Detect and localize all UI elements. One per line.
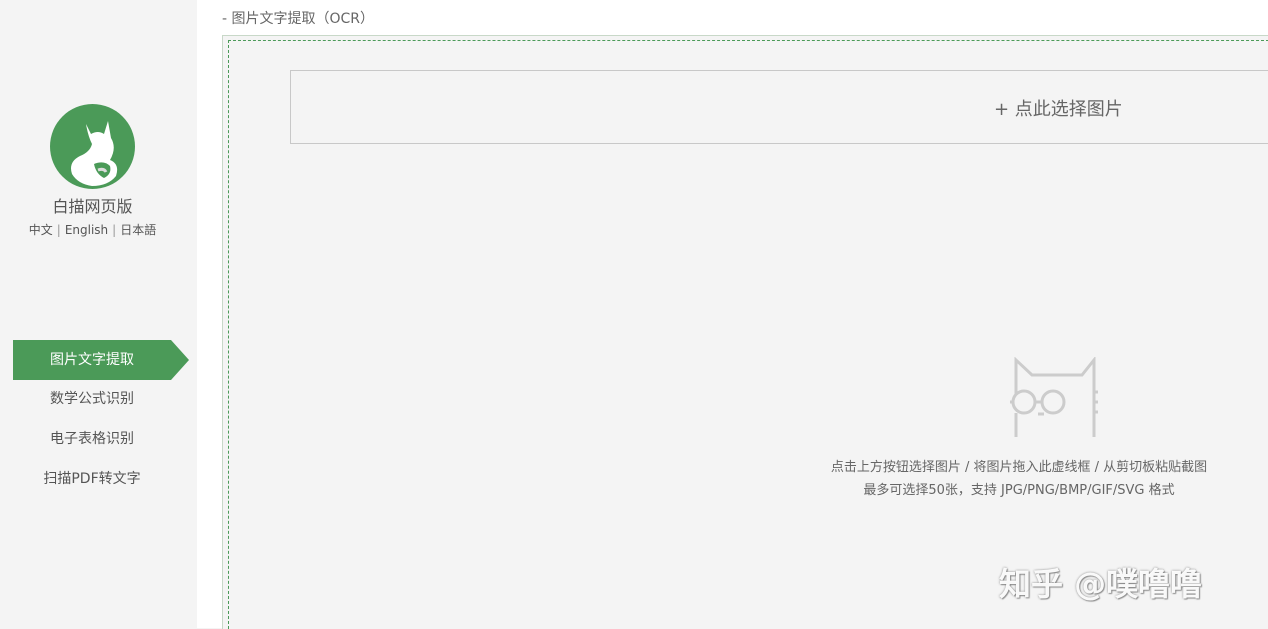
breadcrumb: - 图片文字提取（OCR） (222, 11, 375, 27)
hint-text-line1: 点击上方按钮选择图片 / 将图片拖入此虚线框 / 从剪切板粘贴截图 (830, 460, 1208, 475)
select-image-label: + 点此选择图片 (994, 99, 1123, 120)
sidebar-item-image-ocr[interactable]: 图片文字提取 (13, 340, 189, 380)
main-panel: - 图片文字提取（OCR） + 点此选择图片 点击上方按钮选择图片 / 将图片拖… (197, 0, 1268, 629)
language-switcher: 中文 | English | 日本語 (0, 221, 185, 238)
select-image-button[interactable]: + 点此选择图片 (290, 70, 1268, 144)
lang-separator: | (112, 223, 117, 237)
lang-chinese-link[interactable]: 中文 (29, 223, 53, 237)
drop-zone[interactable]: + 点此选择图片 点击上方按钮选择图片 / 将图片拖入此虚线框 / 从剪切板粘贴… (222, 35, 1268, 629)
lang-separator: | (56, 223, 61, 237)
sidebar: 白描网页版 中文 | English | 日本語 图片文字提取 数学公式识别 电子表格识… (0, 0, 197, 628)
cat-logo-icon[interactable] (50, 104, 135, 189)
lang-japanese-link[interactable]: 日本語 (120, 223, 156, 237)
watermark: 知乎 @噗噜噜 (999, 565, 1203, 603)
sidebar-item-spreadsheet[interactable]: 电子表格识别 (13, 419, 171, 459)
hint-text-line2: 最多可选择50张，支持 JPG/PNG/BMP/GIF/SVG 格式 (863, 483, 1175, 498)
lang-english-link[interactable]: English (65, 223, 108, 237)
cat-with-glasses-icon (1010, 357, 1098, 437)
app-name: 白描网页版 (52, 197, 133, 216)
drop-zone-dashed-border[interactable]: + 点此选择图片 点击上方按钮选择图片 / 将图片拖入此虚线框 / 从剪切板粘贴… (228, 40, 1268, 629)
sidebar-item-pdf[interactable]: 扫描PDF转文字 (13, 459, 171, 499)
sidebar-item-formula[interactable]: 数学公式识别 (13, 379, 171, 419)
